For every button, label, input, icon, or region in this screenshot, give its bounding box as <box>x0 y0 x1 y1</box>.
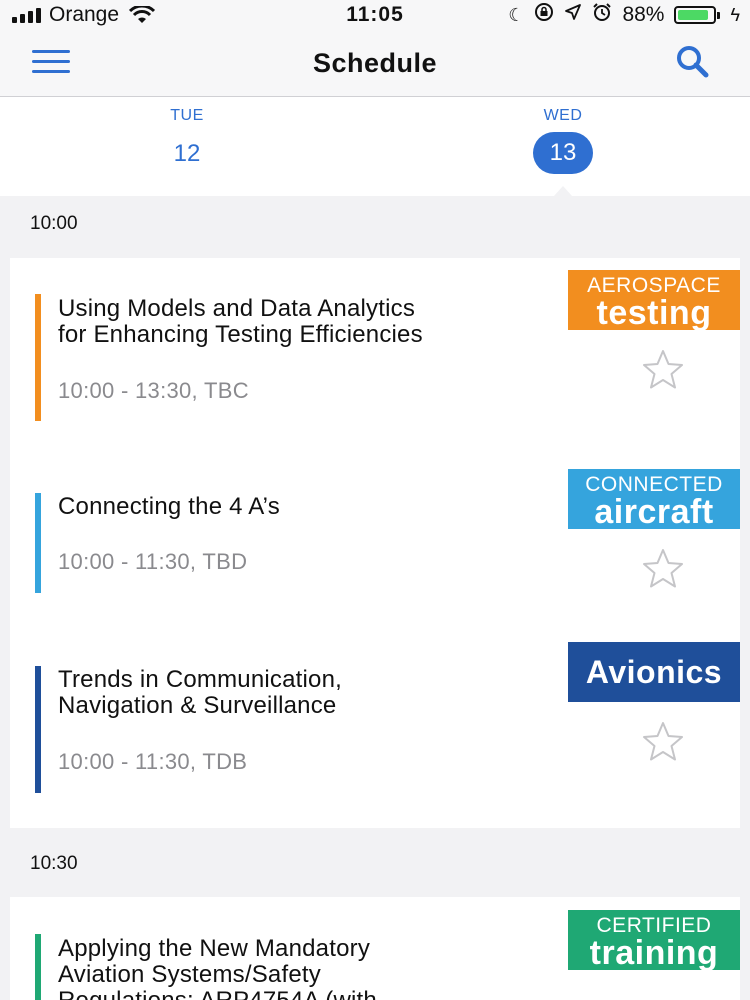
menu-button[interactable] <box>32 50 72 76</box>
connected-aircraft-logo: CONNECTED aircraft <box>568 469 740 529</box>
session-card[interactable]: Connecting the 4 A’s 10:00 - 11:30, TBD … <box>10 458 740 628</box>
wifi-icon <box>129 6 156 24</box>
session-group: Applying the New Mandatory Aviation Syst… <box>10 897 740 1000</box>
charging-icon: ϟ <box>730 5 740 25</box>
session-title: Using Models and Data Analytics for Enha… <box>58 295 423 348</box>
star-icon[interactable] <box>641 547 685 591</box>
time-slot-header: 10:30 <box>30 853 78 874</box>
track-color-bar <box>35 934 41 1000</box>
day-of-week: WED <box>543 107 583 124</box>
day-number-selected: 13 <box>533 132 593 174</box>
search-button[interactable] <box>674 44 714 85</box>
session-time: 10:00 - 11:30, TDB <box>58 749 248 774</box>
menu-icon <box>32 50 70 53</box>
session-group: Using Models and Data Analytics for Enha… <box>10 258 740 828</box>
battery-icon <box>674 6 721 24</box>
session-title: Trends in Communication, Navigation & Su… <box>58 666 343 719</box>
avionics-logo: Avionics <box>568 642 740 702</box>
track-color-bar <box>35 493 41 593</box>
track-color-bar <box>35 666 41 793</box>
day-number: 12 <box>173 140 201 167</box>
session-time: 10:00 - 13:30, TBC <box>58 378 249 403</box>
certified-training-logo: CERTIFIED training <box>568 910 740 970</box>
day-of-week: TUE <box>170 107 204 124</box>
session-card[interactable]: Trends in Communication, Navigation & Su… <box>10 633 740 823</box>
battery-percent: 88% <box>622 3 665 26</box>
carrier-name: Orange <box>49 3 120 26</box>
star-icon[interactable] <box>641 348 685 392</box>
star-icon[interactable] <box>641 720 685 764</box>
rotation-lock-icon <box>534 2 554 28</box>
location-icon <box>564 3 582 27</box>
status-bar: Orange 11:05 ☾ 88% ϟ <box>0 0 750 30</box>
aerospace-testing-logo: AEROSPACE testing <box>568 270 740 330</box>
day-picker: TUE 12 WED 13 <box>0 97 750 196</box>
signal-icon <box>12 7 41 23</box>
session-card[interactable]: Applying the New Mandatory Aviation Syst… <box>10 897 740 1000</box>
page-title: Schedule <box>312 47 438 78</box>
nav-bar: Schedule <box>0 30 750 97</box>
moon-icon: ☾ <box>508 5 525 25</box>
session-title: Applying the New Mandatory Aviation Syst… <box>58 935 377 1000</box>
day-tab-tue[interactable]: TUE 12 <box>127 107 247 169</box>
day-tab-wed[interactable]: WED 13 <box>503 107 623 174</box>
session-card[interactable]: Using Models and Data Analytics for Enha… <box>10 258 740 448</box>
alarm-icon <box>592 2 612 28</box>
session-title: Connecting the 4 A’s <box>58 493 280 520</box>
search-icon <box>677 46 709 78</box>
selected-day-indicator <box>554 186 572 196</box>
time-slot-header: 10:00 <box>30 213 78 234</box>
session-time: 10:00 - 11:30, TBD <box>58 549 248 574</box>
track-color-bar <box>35 294 41 421</box>
